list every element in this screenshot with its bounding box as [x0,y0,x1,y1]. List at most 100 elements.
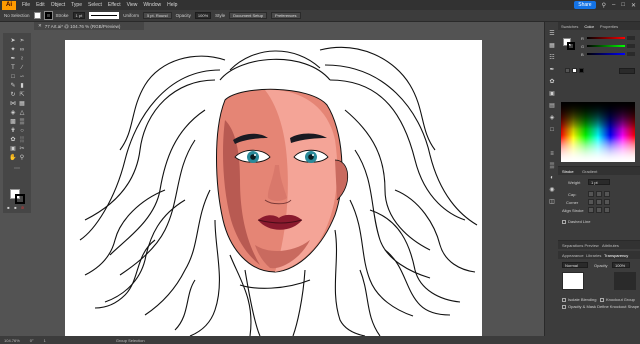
layers-icon[interactable]: ▦ [548,42,556,50]
tab-attributes[interactable]: Attributes [602,243,619,248]
green-value-field[interactable] [627,44,635,48]
align-inside-button[interactable] [596,207,602,213]
brushes-icon[interactable]: ✒ [548,66,556,74]
rotate-tool-icon[interactable]: ↻ [9,91,17,99]
stroke-weight-field[interactable]: 1 pt [72,12,86,19]
graphic-styles-icon[interactable]: ▣ [548,90,556,98]
free-transform-icon[interactable]: ▦ [18,100,26,108]
line-tool-icon[interactable]: ∕ [18,64,26,72]
none-color-icon[interactable]: ⊘ [20,205,25,210]
mesh-tool-icon[interactable]: ▩ [9,118,17,126]
knockout-group-checkbox[interactable] [600,298,604,302]
round-cap-button[interactable] [596,191,602,197]
artboard[interactable] [65,40,482,336]
square-cap-button[interactable] [604,191,610,197]
stroke-profile-preview[interactable] [89,12,120,19]
libraries-icon[interactable]: ☷ [548,54,556,62]
bevel-join-button[interactable] [604,199,610,205]
color-panel-fill-stroke[interactable] [563,38,575,50]
profile-label[interactable]: Uniform [123,13,139,18]
blue-value-field[interactable] [627,52,635,56]
slider-green[interactable]: G [581,44,637,49]
menu-file[interactable]: File [22,2,30,8]
transform-icon[interactable]: □ [548,126,556,134]
stroke-panel-icon[interactable]: ≡ [548,150,556,158]
zoom-tool-icon[interactable]: ⚲ [18,154,26,162]
close-tab-icon[interactable]: ✕ [38,23,42,29]
magic-wand-icon[interactable]: ✦ [9,46,17,54]
graph-tool-icon[interactable]: ░ [18,136,26,144]
direct-selection-tool-icon[interactable]: ➣ [18,37,26,45]
paintbrush-icon[interactable]: ∽ [18,73,26,81]
more-tools-icon[interactable]: ⋯ [13,165,21,173]
color-mode-icon[interactable]: ■ [13,205,18,210]
round-join-button[interactable] [596,199,602,205]
red-slider-track[interactable] [587,37,625,39]
slider-red[interactable]: R [581,36,637,41]
zoom-level[interactable]: 104.76% [4,338,20,343]
menu-edit[interactable]: Edit [36,2,45,8]
miter-join-button[interactable] [588,199,594,205]
transparency-panel-icon[interactable]: ◐ [548,174,556,182]
opacity-mask-checkbox[interactable] [562,305,566,309]
eraser-icon[interactable]: ▮ [18,82,26,90]
brush-definition[interactable]: 5 pt. Round [142,12,172,19]
search-icon[interactable]: ⚲ [602,2,606,9]
symbol-sprayer-icon[interactable]: ✿ [9,136,17,144]
menu-select[interactable]: Select [88,2,102,8]
blue-slider-track[interactable] [587,53,625,55]
align-outside-button[interactable] [604,207,610,213]
default-colors-icon[interactable]: ■ [6,205,11,210]
stroke-swatch[interactable] [43,11,53,20]
pen-tool-icon[interactable]: ✒ [9,55,17,63]
isolate-blending-checkbox[interactable] [562,298,566,302]
maximize-icon[interactable]: □ [621,2,625,8]
close-icon[interactable]: ✕ [631,2,636,9]
butt-cap-button[interactable] [588,191,594,197]
shape-builder-icon[interactable]: ◈ [9,109,17,117]
share-button[interactable]: Share [574,1,596,9]
gradient-panel-icon[interactable]: ▒ [548,162,556,170]
green-slider-track[interactable] [587,45,625,47]
menu-window[interactable]: Window [143,2,161,8]
tab-appearance[interactable]: Appearance [562,253,584,258]
artboard-number[interactable]: 1 [44,338,46,343]
mask-thumbnail[interactable] [614,272,636,290]
tab-stroke[interactable]: Stroke [562,169,574,174]
menu-type[interactable]: Type [71,2,82,8]
scale-tool-icon[interactable]: ⇱ [18,91,26,99]
artboard-tool-icon[interactable]: ▣ [9,145,17,153]
none-swatch[interactable] [565,68,570,73]
document-setup-button[interactable]: Document Setup [229,12,267,19]
dashed-line-checkbox[interactable] [562,220,566,224]
blend-mode-select[interactable]: Normal [562,262,588,268]
type-tool-icon[interactable]: T [9,64,17,72]
fill-stroke-control[interactable] [10,189,25,204]
width-tool-icon[interactable]: ⋈ [9,100,17,108]
white-swatch[interactable] [572,68,577,73]
menu-help[interactable]: Help [167,2,177,8]
tab-transparency[interactable]: Transparency [604,253,628,258]
slice-tool-icon[interactable]: ✂ [18,145,26,153]
align-center-button[interactable] [588,207,594,213]
tab-color[interactable]: Color [584,24,594,29]
curvature-tool-icon[interactable]: ≀ [18,55,26,63]
appearance-icon[interactable]: ◉ [548,186,556,194]
perspective-grid-icon[interactable]: △ [18,109,26,117]
menu-effect[interactable]: Effect [108,2,121,8]
fill-swatch[interactable] [33,12,41,19]
lasso-icon[interactable]: ∞ [18,46,26,54]
align-icon[interactable]: ▤ [548,102,556,110]
minimize-icon[interactable]: – [612,2,615,8]
hand-tool-icon[interactable]: ✋ [9,154,17,162]
selection-tool-icon[interactable]: ➤ [9,37,17,45]
hex-field[interactable] [619,68,635,74]
eyedropper-icon[interactable]: ✟ [9,127,17,135]
preferences-button[interactable]: Preferences [270,12,301,19]
slider-blue[interactable]: B [581,52,637,57]
menu-view[interactable]: View [127,2,138,8]
pathfinder-icon[interactable]: ◈ [548,114,556,122]
rectangle-tool-icon[interactable]: □ [9,73,17,81]
opacity-field[interactable]: 100% [612,262,630,268]
opacity-field[interactable]: 100% [194,12,212,19]
